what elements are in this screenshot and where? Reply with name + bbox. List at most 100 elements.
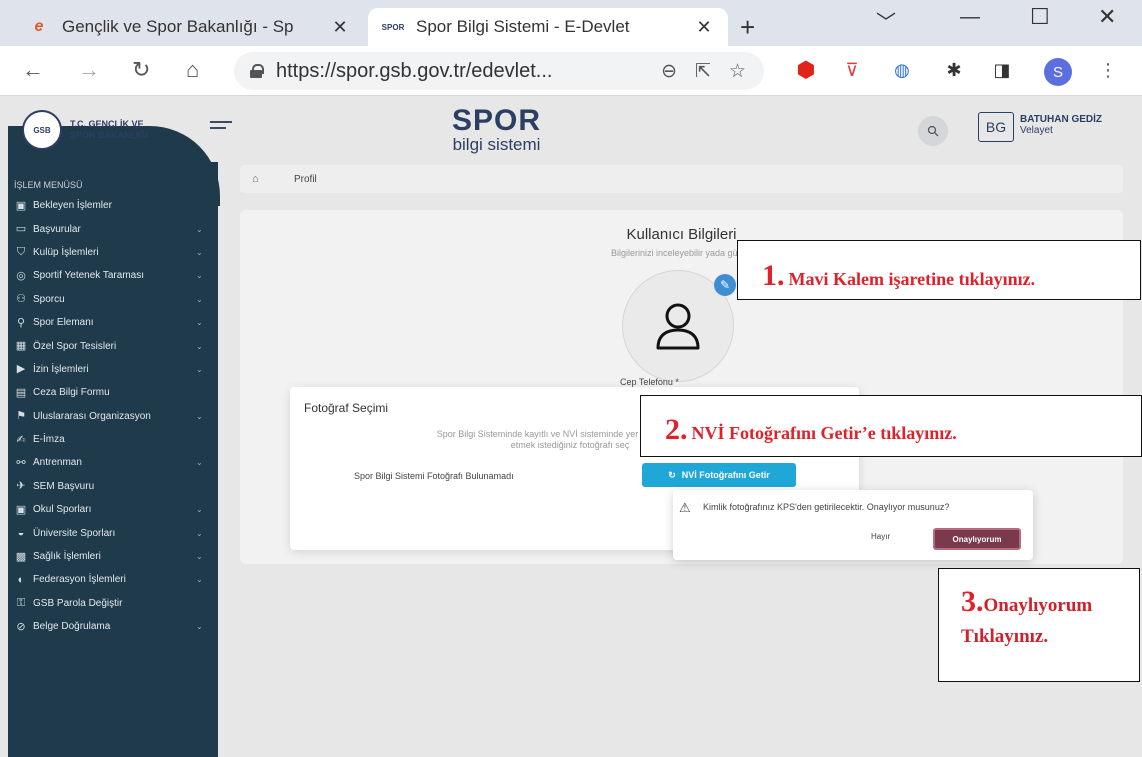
ball-icon: ◐ [17,573,25,586]
chevron-down-icon: ⌄ [196,528,203,538]
kebab-menu-icon[interactable]: ⋮ [1096,58,1120,82]
sidebar-item-label: Spor Elemanı [33,317,94,329]
close-icon[interactable]: ✕ [330,17,350,38]
form-icon: ▤ [15,386,27,399]
chevron-down-icon: ⌄ [196,224,203,234]
annotation-step-3: 3.Onaylıyorum Tıklayınız. [938,568,1140,682]
sidebar-item[interactable]: ✈ SEM Başvuru [8,475,218,498]
sidebar-item[interactable]: ▣ Bekleyen İşlemler [8,194,218,217]
maximize-icon[interactable]: ☐ [1030,4,1050,30]
logo-line1: T.C. GENÇLİK VE [70,119,144,129]
minimize-icon[interactable]: — [960,6,980,29]
back-icon[interactable]: ← [22,58,44,82]
sidebar-menu: İŞLEM MENÜSÜ ▣ Bekleyen İşlemler ▭ Başvurul… [8,180,218,638]
user-role: Velayet [1020,125,1053,136]
chevron-down-icon: ⌄ [196,458,203,468]
sidebar-item-label: Belge Doğrulama [33,621,111,633]
sidebar-item-label: Okul Sporları [33,504,92,516]
chevron-down-icon: ⌄ [196,247,203,257]
sidebar-item[interactable]: ▤ Ceza Bilgi Formu [8,381,218,404]
modal-title: Fotoğraf Seçimi [304,401,389,415]
cancel-button[interactable]: Hayır [871,532,890,541]
bookmark-star-icon[interactable]: ☆ [729,60,746,83]
extensions-icon[interactable]: ✱ [942,58,966,82]
profile-avatar[interactable]: S [1044,58,1072,86]
share-icon[interactable]: ⇱ [695,60,711,83]
chevron-down-icon: ⌄ [196,294,203,304]
sidebar-item[interactable]: ▶ İzin İşlemleri ⌄ [8,358,218,381]
sidebar-item-label: Antrenman [33,457,82,469]
sidebar-item-label: Sporcu [33,293,65,305]
nvi-photo-button-label: NVİ Fotoğrafını Getir [681,470,770,480]
annotation-step-1: 1. Mavi Kalem işaretine tıklayınız. [737,240,1141,300]
sidebar-item-label: Ceza Bilgi Formu [33,387,110,399]
sidebar-item[interactable]: ▦ Özel Spor Tesisleri ⌄ [8,334,218,357]
sidebar-item[interactable]: ⊘ Belge Doğrulama ⌄ [8,615,218,638]
confirm-popover: ⚠ Kimlik fotoğrafınız KPS'den getirilece… [673,490,1033,560]
browser-tab-spor[interactable]: SPOR Spor Bilgi Sistemi - E-Devlet ✕ [368,8,728,46]
breadcrumb: ⌂ Profil [240,165,1123,193]
side-panel-icon[interactable]: ◨ [990,58,1014,82]
chevron-down-icon: ⌄ [196,271,203,281]
url-text: https://spor.gsb.gov.tr/edevlet... [276,59,553,82]
sidebar-item[interactable]: ⚲ Spor Elemanı ⌄ [8,311,218,334]
chevron-down-icon: ⌄ [196,552,203,562]
signature-icon: ✍ [16,433,26,446]
reload-icon[interactable]: ↻ [132,58,150,82]
pocket-icon[interactable]: ⊽ [840,58,864,82]
confirm-button[interactable]: Onaylıyorum [933,528,1021,550]
chevron-down-icon: ⌄ [196,575,203,585]
forward-icon[interactable]: → [78,58,100,82]
sidebar-item[interactable]: ⛉ Kulüp İşlemleri ⌄ [8,241,218,264]
address-bar[interactable]: https://spor.gsb.gov.tr/edevlet... ⊖ ⇱ ☆ [234,52,764,90]
sidebar-item[interactable]: ⚯ Antrenman ⌄ [8,451,218,474]
menu-toggle-icon[interactable] [210,121,232,133]
sidebar-item[interactable]: ◎ Sportif Yetenek Taraması ⌄ [8,264,218,287]
permit-icon: ▶ [16,363,26,376]
sidebar-item[interactable]: ▩ Sağlık İşlemleri ⌄ [8,545,218,568]
sidebar-item[interactable]: ⚑ Uluslararası Organizasyon ⌄ [8,405,218,428]
adblock-icon[interactable]: ⬢ [794,57,818,82]
globe-icon[interactable]: ◍ [890,58,914,82]
people-icon: ⚇ [16,293,26,306]
sidebar-item[interactable]: ✍ E-İmza [8,428,218,451]
brand-sub: bilgi sistemi [452,135,541,154]
browser-tab-gsb[interactable]: e Gençlik ve Spor Bakanlığı - Sp ✕ [14,8,364,46]
sidebar-item[interactable]: ◒ Üniversite Sporları ⌄ [8,521,218,544]
sidebar-item[interactable]: ⚇ Sporcu ⌄ [8,288,218,311]
person-add-icon: ⚲ [16,316,26,329]
sidebar-item-label: E-İmza [33,434,65,446]
sidebar-item[interactable]: ▭ Başvurular ⌄ [8,217,218,240]
sidebar-item-label: Uluslararası Organizasyon [33,410,151,422]
school-icon: ▣ [15,503,27,516]
lock-icon [250,64,264,78]
chevron-down-icon: ⌄ [196,505,203,515]
tab-search-chevron-icon[interactable]: ﹀ [876,6,896,35]
user-info[interactable]: BATUHAN GEDİZ Velayet [1020,114,1102,136]
window-close-icon[interactable]: ✕ [1098,4,1116,30]
search-icon[interactable] [918,116,948,146]
ministry-logo[interactable]: GSB T.C. GENÇLİK VE SPOR BAKANLIĞI [22,110,148,150]
nvi-photo-button[interactable]: ↻ NVİ Fotoğrafını Getir [642,463,796,487]
tab-title: Gençlik ve Spor Bakanlığı - Sp [62,17,294,36]
new-tab-icon[interactable]: + [740,14,755,40]
sidebar-item-label: SEM Başvuru [33,480,95,492]
warning-icon: ⚠ [679,500,691,515]
zoom-icon[interactable]: ⊖ [661,60,677,83]
sidebar-item-label: Üniversite Sporları [33,527,116,539]
sidebar-item-label: Sportif Yetenek Taraması [33,270,144,282]
home-icon[interactable]: ⌂ [252,173,280,185]
sidebar-item[interactable]: ⚿ GSB Parola Değiştir [8,592,218,615]
brand-logo[interactable]: SPOR bilgi sistemi [452,106,541,154]
edit-pencil-icon[interactable]: ✎ [714,274,736,296]
sidebar-item[interactable]: ▣ Okul Sporları ⌄ [8,498,218,521]
user-avatar[interactable]: BG [978,112,1014,142]
home-icon[interactable]: ⌂ [186,58,199,82]
annotation-step-2: 2. NVİ Fotoğrafını Getir’e tıklayınız. [640,395,1142,457]
close-icon[interactable]: ✕ [694,17,714,38]
sidebar-item-label: İzin İşlemleri [33,363,89,375]
logo-line2: SPOR BAKANLIĞI [70,130,149,140]
graduation-icon: ◒ [17,527,25,540]
sidebar-item[interactable]: ◐ Federasyon İşlemleri ⌄ [8,568,218,591]
sidebar-item-label: Özel Spor Tesisleri [33,340,117,352]
